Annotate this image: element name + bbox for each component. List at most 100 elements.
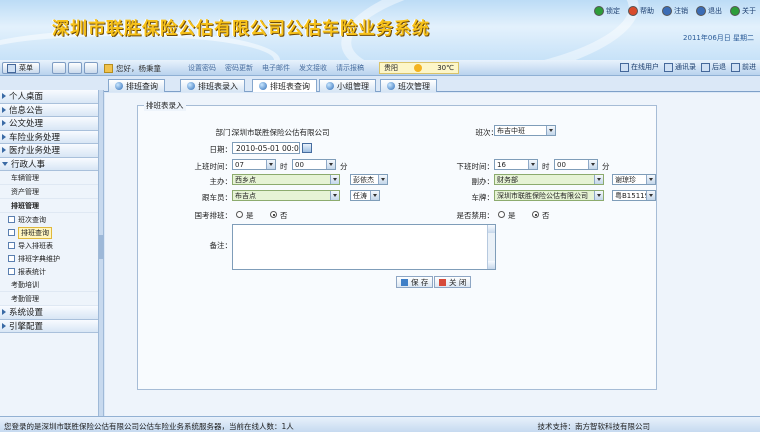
sidebar-item-admin-hr[interactable]: 行政人事: [0, 157, 98, 171]
start-hour-select[interactable]: 07: [232, 159, 276, 170]
disabled-no-radio[interactable]: [532, 211, 539, 218]
tab-icon: [187, 82, 195, 90]
disabled-yes-radio[interactable]: [498, 211, 505, 218]
chevron-down-icon: [330, 191, 339, 200]
leaf-schedule-dictionary[interactable]: 排班字典维护: [0, 252, 98, 265]
address-book-link[interactable]: 通讯录: [664, 62, 696, 72]
nav-refresh-button[interactable]: [84, 62, 98, 74]
chevron-down-icon: [646, 175, 655, 184]
sidebar-item-announcements[interactable]: 信息公告: [0, 103, 98, 117]
sub-item-asset-mgmt[interactable]: 资产管理: [0, 185, 98, 199]
about-link[interactable]: 关于: [730, 6, 756, 16]
weather-temp: 30℃: [437, 64, 454, 72]
sidebar-item-medical-claims[interactable]: 医疗业务处理: [0, 144, 98, 158]
follower-person-select[interactable]: 任涛: [350, 190, 380, 201]
holiday-yes-radio[interactable]: [236, 211, 243, 218]
remark-textarea[interactable]: [232, 224, 496, 270]
tab-schedule-table-query[interactable]: 排班表查询: [252, 79, 317, 92]
disabled-no-label: 否: [542, 211, 550, 220]
quick-link[interactable]: 设置密码: [188, 63, 216, 73]
quick-link[interactable]: 请示报稿: [336, 63, 364, 73]
textarea-scrollbar[interactable]: [487, 225, 495, 269]
date-input[interactable]: 2010-05-01 00:0: [232, 142, 300, 154]
sub-item-attendance-mgmt[interactable]: 考勤管理: [0, 292, 98, 306]
tab-shift-mgmt[interactable]: 班次管理: [380, 79, 437, 92]
shift-label: 班次：: [475, 128, 499, 137]
menu-icon: [7, 63, 16, 73]
sidebar-item-documents[interactable]: 公文处理: [0, 117, 98, 131]
sub-item-vehicle-mgmt[interactable]: 车辆管理: [0, 171, 98, 185]
leaf-import-schedule[interactable]: 导入排班表: [0, 239, 98, 252]
chevron-down-icon: [326, 160, 335, 169]
nav-collapse-button[interactable]: [68, 62, 82, 74]
sub-item-attendance-training[interactable]: 考勤培训: [0, 278, 98, 292]
exit-link[interactable]: 退出: [696, 6, 722, 16]
follower-select[interactable]: 布吉点: [232, 190, 340, 201]
dept-label: 部门：: [215, 128, 239, 137]
sub-item-scheduling-mgmt[interactable]: 排班管理: [0, 199, 98, 213]
leaf-report-stats[interactable]: 报表统计: [0, 265, 98, 278]
lock-link[interactable]: 锁定: [594, 6, 620, 16]
deputy-person-select[interactable]: 谢琼珍: [612, 174, 656, 185]
back-icon: [701, 62, 710, 72]
menu-button[interactable]: 菜单: [2, 62, 40, 74]
remark-label: 备注：: [209, 241, 233, 250]
scroll-down-icon[interactable]: [488, 261, 495, 269]
sidebar-splitter[interactable]: [99, 90, 104, 416]
sidebar-item-engine-config[interactable]: 引擎配置: [0, 319, 98, 333]
back-button[interactable]: 后退: [701, 62, 726, 72]
save-button[interactable]: 保 存: [396, 276, 434, 288]
chevron-down-icon: [594, 175, 603, 184]
tab-schedule-query[interactable]: 排班查询: [108, 79, 165, 92]
forward-button[interactable]: 前进: [731, 62, 756, 72]
document-icon: [8, 242, 15, 249]
tab-group-mgmt[interactable]: 小组管理: [319, 79, 376, 92]
address-book-icon: [664, 62, 673, 72]
sidebar-item-personal-desktop[interactable]: 个人桌面: [0, 90, 98, 104]
shift-select[interactable]: 布吉中班: [494, 125, 556, 136]
chevron-right-icon: [2, 322, 6, 329]
holiday-no-radio[interactable]: [270, 211, 277, 218]
chevron-down-icon: [378, 175, 387, 184]
document-icon: [8, 216, 15, 223]
hour-unit: 时: [280, 162, 288, 171]
minute-unit: 分: [602, 162, 610, 171]
document-icon: [8, 268, 15, 275]
calendar-icon[interactable]: [302, 143, 312, 153]
users-icon: [620, 62, 629, 72]
help-link[interactable]: 帮助: [628, 6, 654, 16]
lead-select[interactable]: 西乡点: [232, 174, 340, 185]
help-icon: [628, 6, 638, 16]
online-users-link[interactable]: 在线用户: [620, 62, 659, 72]
nav-expand-button[interactable]: [52, 62, 66, 74]
logout-link[interactable]: 注销: [662, 6, 688, 16]
deputy-select[interactable]: 财务部: [494, 174, 604, 185]
quick-link[interactable]: 电子邮件: [262, 63, 290, 73]
plate-select[interactable]: 粤B1511S: [612, 190, 656, 201]
plate-company-select[interactable]: 深圳市联胜保险公估有限公司: [494, 190, 604, 201]
close-button[interactable]: 关 闭: [434, 276, 472, 288]
quick-link[interactable]: 发文接收: [299, 63, 327, 73]
chevron-right-icon: [2, 309, 6, 316]
leaf-shift-query[interactable]: 班次查询: [0, 213, 98, 226]
lead-person-select[interactable]: 彭依杰: [350, 174, 388, 185]
leaf-schedule-query[interactable]: 排班查询: [0, 226, 98, 239]
tab-icon: [259, 82, 267, 90]
scroll-up-icon[interactable]: [488, 225, 495, 233]
weather-widget: 贵阳 30℃: [379, 62, 459, 74]
save-icon: [401, 278, 408, 286]
deputy-label: 副办：: [471, 177, 495, 186]
lock-icon: [594, 6, 604, 16]
right-tools: 在线用户 通讯录 后退 前进: [620, 62, 756, 72]
forward-icon: [731, 62, 740, 72]
plate-label: 车牌：: [471, 193, 495, 202]
sidebar-item-system-settings[interactable]: 系统设置: [0, 306, 98, 320]
end-hour-select[interactable]: 16: [494, 159, 538, 170]
hour-unit: 时: [542, 162, 550, 171]
sidebar-item-auto-claims[interactable]: 车险业务处理: [0, 130, 98, 144]
date-label: 日期：: [209, 145, 233, 154]
tab-schedule-entry[interactable]: 排班表录入: [180, 79, 245, 92]
quick-link[interactable]: 密码更新: [225, 63, 253, 73]
start-minute-select[interactable]: 00: [292, 159, 336, 170]
end-minute-select[interactable]: 00: [554, 159, 598, 170]
